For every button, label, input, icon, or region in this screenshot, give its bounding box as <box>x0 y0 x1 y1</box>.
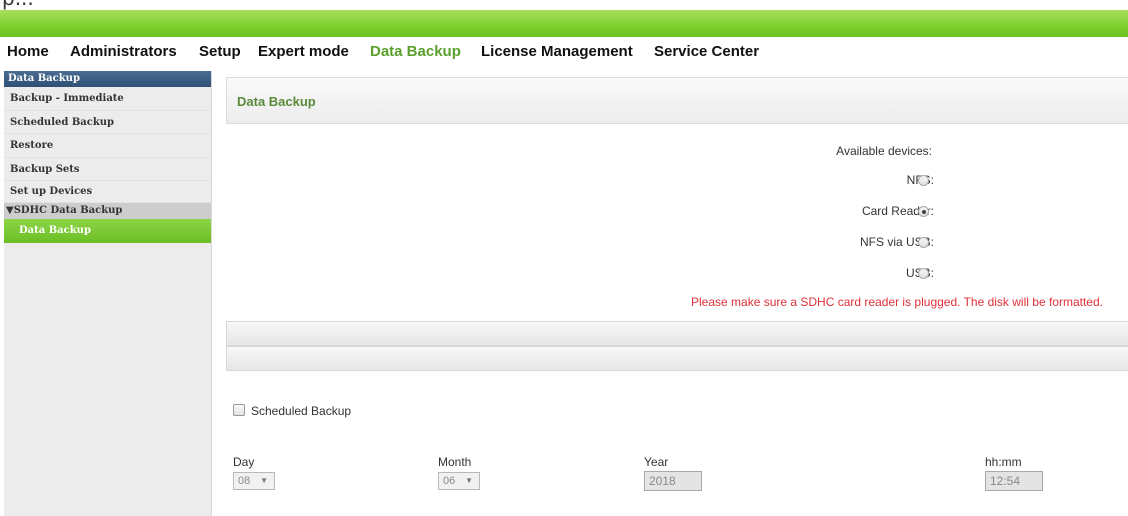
sidebar-item-backup-immediate[interactable]: Backup - Immediate <box>4 87 211 111</box>
radio-nfs[interactable] <box>918 175 929 186</box>
radio-nfs-via-usb[interactable] <box>918 237 929 248</box>
time-field[interactable]: 12:54 <box>985 471 1043 491</box>
separator-bar-2 <box>226 346 1128 371</box>
year-field[interactable]: 2018 <box>644 471 702 491</box>
day-select[interactable]: 08 ▼ <box>233 472 275 490</box>
title-panel: Data Backup <box>226 77 1128 124</box>
nav-expert-mode[interactable]: Expert mode <box>258 43 349 60</box>
day-select-value: 08 <box>238 475 251 487</box>
radio-usb[interactable] <box>918 268 929 279</box>
caption-text: p... <box>2 0 34 10</box>
day-dropdown-arrow-icon: ▼ <box>260 476 268 485</box>
nav-data-backup[interactable]: Data Backup <box>370 43 461 60</box>
sidebar-item-scheduled-backup[interactable]: Scheduled Backup <box>4 111 211 134</box>
nav-setup[interactable]: Setup <box>199 43 241 60</box>
device-label-nfs-via-usb: NFS via USB: <box>859 235 934 249</box>
nav-service-center[interactable]: Service Center <box>654 43 759 60</box>
sidebar-header: Data Backup <box>4 71 211 87</box>
main-content: Data Backup Available devices: NFS: Card… <box>226 77 1128 516</box>
sidebar: Data Backup Backup - Immediate Scheduled… <box>4 71 212 516</box>
header-banner <box>0 10 1128 37</box>
device-label-usb: USB: <box>676 266 934 280</box>
sidebar-item-backup-sets[interactable]: Backup Sets <box>4 158 211 181</box>
scheduled-backup-checkbox[interactable] <box>233 404 245 416</box>
year-label: Year <box>644 455 669 469</box>
nav-administrators[interactable]: Administrators <box>70 43 177 60</box>
day-label: Day <box>233 455 255 469</box>
month-dropdown-arrow-icon: ▼ <box>465 476 473 485</box>
caption-strip: p... <box>0 0 1128 10</box>
warning-message: Please make sure a SDHC card reader is p… <box>691 295 1103 309</box>
sidebar-group-sdhc-data-backup[interactable]: ▼SDHC Data Backup <box>4 203 211 219</box>
month-label: Month <box>438 455 472 469</box>
sidebar-item-restore[interactable]: Restore <box>4 134 211 158</box>
sidebar-subitem-data-backup[interactable]: Data Backup <box>4 219 211 243</box>
separator-bar-1 <box>226 321 1128 346</box>
device-label-card-reader: Card Reader: <box>861 204 934 218</box>
available-devices-label: Available devices: <box>836 144 932 158</box>
page-title: Data Backup <box>237 94 316 109</box>
time-label: hh:mm <box>985 455 1022 469</box>
nav-home[interactable]: Home <box>7 43 49 60</box>
month-select[interactable]: 06 ▼ <box>438 472 480 490</box>
device-label-nfs: NFS: <box>676 173 934 187</box>
top-navigation: Home Administrators Setup Expert mode Da… <box>0 37 1128 67</box>
scheduled-backup-label: Scheduled Backup <box>251 404 352 418</box>
radio-card-reader[interactable] <box>918 206 929 217</box>
nav-license-management[interactable]: License Management <box>481 43 633 60</box>
sidebar-item-set-up-devices[interactable]: Set up Devices <box>4 181 211 203</box>
month-select-value: 06 <box>443 475 456 487</box>
